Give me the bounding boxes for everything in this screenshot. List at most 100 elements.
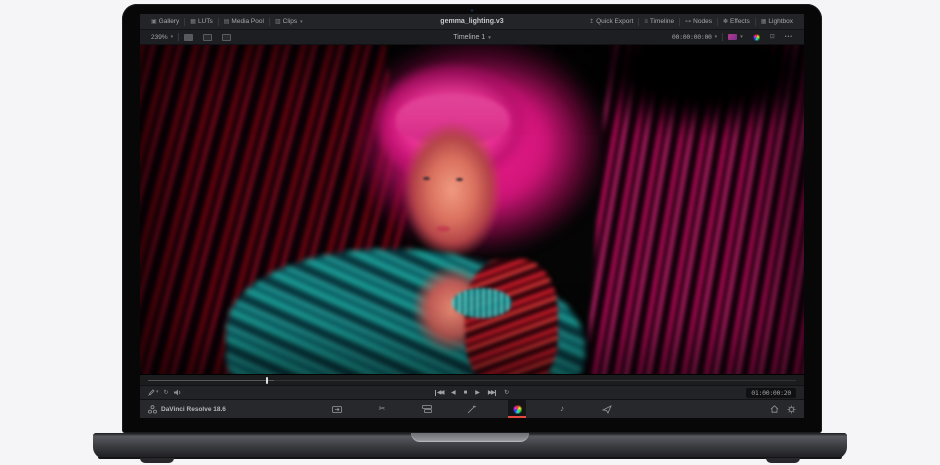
davinci-resolve-window: ▣ Gallery ▦ LUTs ▤ Media Pool	[140, 14, 804, 418]
viewer-zoom-select[interactable]: 239% ▾	[146, 30, 178, 44]
chevron-down-icon: ▾	[715, 34, 718, 40]
gallery-icon: ▣	[151, 19, 157, 25]
viewer-toolbar: 239% ▾ Timeline 1 ▾ 00:0	[140, 30, 804, 45]
app-status-bar: DaVinci Resolve 18.6 ✂	[140, 399, 804, 418]
fairlight-page-icon: ♪	[560, 405, 564, 413]
page-media-button[interactable]	[328, 400, 346, 418]
page-edit-button[interactable]	[418, 400, 436, 418]
single-viewer-icon	[184, 34, 193, 41]
deliver-page-icon	[602, 405, 612, 414]
gallery-label: Gallery	[159, 18, 180, 25]
viewer-scrubber[interactable]	[140, 374, 804, 385]
page-deliver-button[interactable]	[598, 400, 616, 418]
top-toolbar: ▣ Gallery ▦ LUTs ▤ Media Pool	[140, 14, 804, 30]
transport-bar: ▾ ↻ ◀◀ ◀ ■ ▶ ▶▶ ↻	[140, 385, 804, 399]
gallery-button[interactable]: ▣ Gallery	[146, 14, 184, 29]
quick-export-icon: ↥	[589, 19, 594, 25]
nodes-button[interactable]: ⊶ Nodes	[680, 14, 717, 29]
loop-toggle-button[interactable]: ↻	[504, 390, 509, 396]
viewer-toolbar-right-group: 00:00:00:00 ▾ ▾ ⊡ •••	[667, 30, 798, 44]
vignette-overlay	[140, 45, 804, 374]
effects-label: Effects	[730, 18, 750, 25]
fusion-page-icon	[467, 405, 477, 414]
viewer-timecode-value: 00:00:00:00	[672, 33, 712, 41]
viewer-options-button[interactable]: •••	[780, 30, 798, 44]
color-page-icon	[513, 405, 522, 414]
chevron-down-icon: ▾	[488, 35, 491, 41]
transport-controls: ◀◀ ◀ ■ ▶ ▶▶ ↻	[140, 386, 804, 399]
timeline-selector-value: Timeline 1	[453, 34, 485, 41]
wipe-compare-button[interactable]	[217, 30, 236, 44]
cut-page-icon: ✂	[379, 405, 386, 413]
clips-icon: ▥	[275, 19, 281, 25]
viewer-canvas[interactable]	[140, 45, 804, 374]
settings-gear-icon	[787, 405, 796, 414]
page-fusion-button[interactable]	[463, 400, 481, 418]
play-button[interactable]: ▶	[475, 390, 480, 396]
viewer-toolbar-left-group: 239% ▾	[146, 30, 236, 44]
gallery-still-button[interactable]: ▾	[723, 30, 748, 44]
quick-export-label: Quick Export	[596, 18, 633, 25]
laptop-base	[93, 433, 847, 459]
expand-icon: ⊡	[770, 34, 775, 40]
page-switcher: ✂ ♪	[140, 400, 804, 418]
home-button[interactable]	[770, 405, 779, 413]
stop-button[interactable]: ■	[464, 390, 468, 396]
viewer-zoom-value: 239%	[151, 34, 168, 41]
lightbox-button[interactable]: ▦ Lightbox	[756, 14, 798, 29]
lightbox-icon: ▦	[761, 19, 767, 25]
media-pool-label: Media Pool	[231, 18, 264, 25]
nodes-label: Nodes	[693, 18, 712, 25]
marketing-backdrop: ▣ Gallery ▦ LUTs ▤ Media Pool	[0, 0, 940, 465]
timeline-button[interactable]: ≡ Timeline	[639, 14, 679, 29]
playhead-marker[interactable]	[266, 377, 268, 384]
media-pool-button[interactable]: ▤ Media Pool	[219, 14, 269, 29]
skip-start-button[interactable]: ◀◀	[435, 390, 443, 396]
clips-button[interactable]: ▥ Clips ▾	[270, 14, 308, 29]
split-screen-button[interactable]	[198, 30, 217, 44]
page-cut-button[interactable]: ✂	[373, 400, 391, 418]
scrubber-progress	[148, 380, 274, 381]
page-color-button[interactable]	[508, 400, 526, 418]
timeline-label: Timeline	[650, 18, 674, 25]
overflow-menu-icon: •••	[785, 34, 793, 40]
expand-viewer-button[interactable]: ⊡	[765, 30, 780, 44]
split-screen-icon	[203, 34, 212, 41]
lightbox-label: Lightbox	[768, 18, 793, 25]
chevron-down-icon: ▾	[300, 19, 303, 25]
luts-icon: ▦	[190, 19, 196, 25]
quick-export-button[interactable]: ↥ Quick Export	[584, 14, 638, 29]
media-pool-icon: ▤	[224, 19, 230, 25]
skip-end-button[interactable]: ▶▶	[488, 390, 496, 396]
status-bar-right-group	[770, 400, 796, 418]
viewer-timecode-select[interactable]: 00:00:00:00 ▾	[667, 30, 722, 44]
page-fairlight-button[interactable]: ♪	[553, 400, 571, 418]
chevron-down-icon: ▾	[740, 34, 743, 40]
wipe-compare-icon	[222, 34, 231, 41]
color-viewer-button[interactable]	[748, 30, 765, 44]
thumbnail-chip-icon	[728, 34, 737, 40]
effects-button[interactable]: ✽ Effects	[718, 14, 755, 29]
nodes-icon: ⊶	[685, 19, 691, 25]
top-toolbar-left-group: ▣ Gallery ▦ LUTs ▤ Media Pool	[146, 14, 308, 29]
single-viewer-button[interactable]	[179, 30, 198, 44]
media-page-icon	[332, 405, 342, 413]
timeline-icon: ≡	[644, 19, 648, 25]
play-reverse-button[interactable]: ◀	[451, 390, 456, 396]
settings-button[interactable]	[787, 405, 796, 414]
clips-label: Clips	[283, 18, 297, 25]
webcam-dot	[471, 9, 474, 12]
effects-icon: ✽	[723, 19, 728, 25]
top-toolbar-right-group: ↥ Quick Export ≡ Timeline ⊶ Nodes	[584, 14, 798, 29]
color-wheel-icon	[753, 34, 760, 41]
lid-lift-notch	[411, 433, 529, 442]
playhead-timecode: 01:00:00:20	[746, 388, 796, 398]
laptop-foot-left	[140, 458, 174, 463]
edit-page-icon	[422, 405, 432, 413]
chevron-down-icon: ▾	[171, 34, 174, 40]
luts-label: LUTs	[198, 18, 213, 25]
transport-timecode-group: 01:00:00:20	[746, 386, 796, 399]
laptop-screen: ▣ Gallery ▦ LUTs ▤ Media Pool	[122, 4, 822, 433]
luts-button[interactable]: ▦ LUTs	[185, 14, 217, 29]
home-icon	[770, 405, 779, 413]
